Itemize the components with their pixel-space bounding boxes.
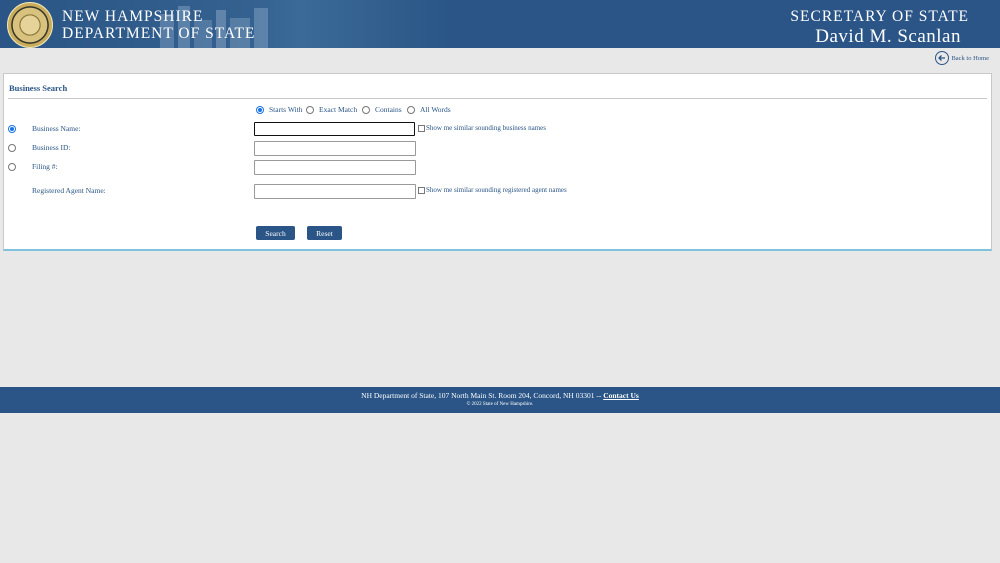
business-name-radio[interactable] — [8, 125, 16, 133]
footer-copyright: © 2022 State of New Hampshire. — [466, 402, 534, 407]
exact-match-label: Exact Match — [319, 105, 358, 114]
business-name-input[interactable] — [254, 122, 415, 136]
similar-business-option[interactable]: Show me similar sounding business names — [418, 124, 546, 132]
state-seal-icon[interactable] — [7, 2, 53, 48]
similar-agent-label: Show me similar sounding registered agen… — [426, 186, 567, 194]
starts-with-radio[interactable] — [256, 105, 264, 114]
similar-business-label: Show me similar sounding business names — [426, 124, 546, 132]
reset-button[interactable]: Reset — [307, 226, 342, 240]
contact-us-link[interactable]: Contact Us — [603, 391, 639, 400]
title-divider — [8, 98, 987, 99]
filing-number-radio[interactable] — [8, 163, 16, 171]
agent-name-input[interactable] — [254, 184, 416, 199]
similar-agent-checkbox[interactable] — [418, 186, 425, 194]
all-words-radio[interactable] — [407, 105, 415, 114]
contains-label: Contains — [375, 105, 402, 114]
back-to-home-label[interactable]: Back to Home — [951, 55, 989, 62]
mode-contains[interactable]: Contains — [362, 105, 402, 114]
business-id-input[interactable] — [254, 141, 416, 156]
mode-all-words[interactable]: All Words — [407, 105, 451, 114]
search-title: Business Search — [9, 83, 68, 93]
department-name[interactable]: NEW HAMPSHIRE DEPARTMENT OF STATE — [62, 8, 255, 42]
dept-line2: DEPARTMENT OF STATE — [62, 25, 256, 42]
agent-name-label: Registered Agent Name: — [32, 186, 106, 195]
site-footer: NH Department of State, 107 North Main S… — [0, 387, 1000, 413]
search-button[interactable]: Search — [256, 226, 295, 240]
business-name-label: Business Name: — [32, 124, 81, 133]
similar-business-checkbox[interactable] — [418, 124, 425, 132]
business-id-radio[interactable] — [8, 144, 16, 152]
exact-match-radio[interactable] — [306, 105, 314, 114]
officer-name: David M. Scanlan — [815, 26, 961, 47]
back-to-home-link[interactable]: Back to Home — [935, 51, 989, 65]
similar-agent-option[interactable]: Show me similar sounding registered agen… — [418, 186, 567, 194]
dept-line1: NEW HAMPSHIRE — [62, 8, 204, 25]
filing-number-label: Filing #: — [32, 162, 58, 171]
filing-number-input[interactable] — [254, 160, 416, 175]
business-search-panel: Business Search Starts With Exact Match … — [3, 73, 992, 251]
mode-starts-with[interactable]: Starts With — [256, 105, 303, 114]
office-title: SECRETARY OF STATE — [790, 8, 969, 25]
site-header: NEW HAMPSHIRE DEPARTMENT OF STATE SECRET… — [0, 0, 1000, 48]
mode-exact-match[interactable]: Exact Match — [306, 105, 357, 114]
footer-address-line: NH Department of State, 107 North Main S… — [0, 391, 1000, 400]
contains-radio[interactable] — [362, 105, 370, 114]
footer-address: NH Department of State, 107 North Main S… — [361, 391, 604, 400]
all-words-label: All Words — [420, 105, 451, 114]
starts-with-label: Starts With — [269, 105, 303, 114]
arrow-left-circle-icon[interactable] — [935, 51, 950, 65]
business-id-label: Business ID: — [32, 143, 71, 152]
